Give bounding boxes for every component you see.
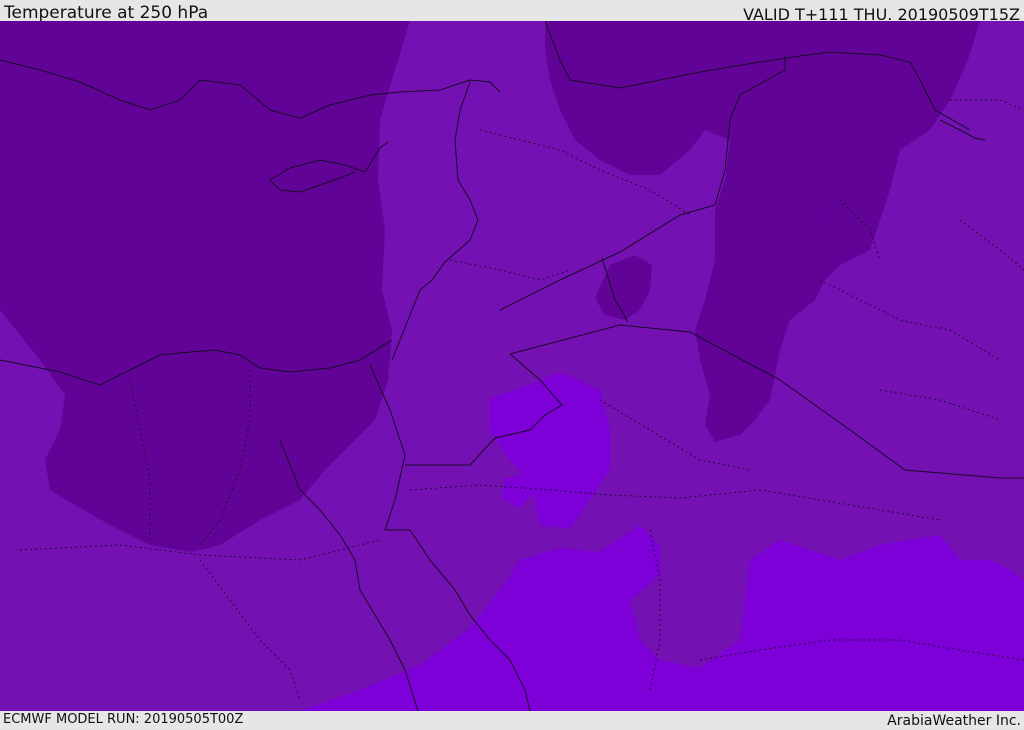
model-run-label: ECMWF MODEL RUN: 20190505T00Z — [3, 712, 244, 727]
footer-bar: ECMWF MODEL RUN: 20190505T00Z ArabiaWeat… — [0, 711, 1024, 729]
credit-label: ArabiaWeather Inc. — [887, 713, 1021, 729]
header-bar: Temperature at 250 hPa VALID T+111 THU. … — [0, 0, 1024, 24]
temperature-map — [0, 21, 1024, 711]
